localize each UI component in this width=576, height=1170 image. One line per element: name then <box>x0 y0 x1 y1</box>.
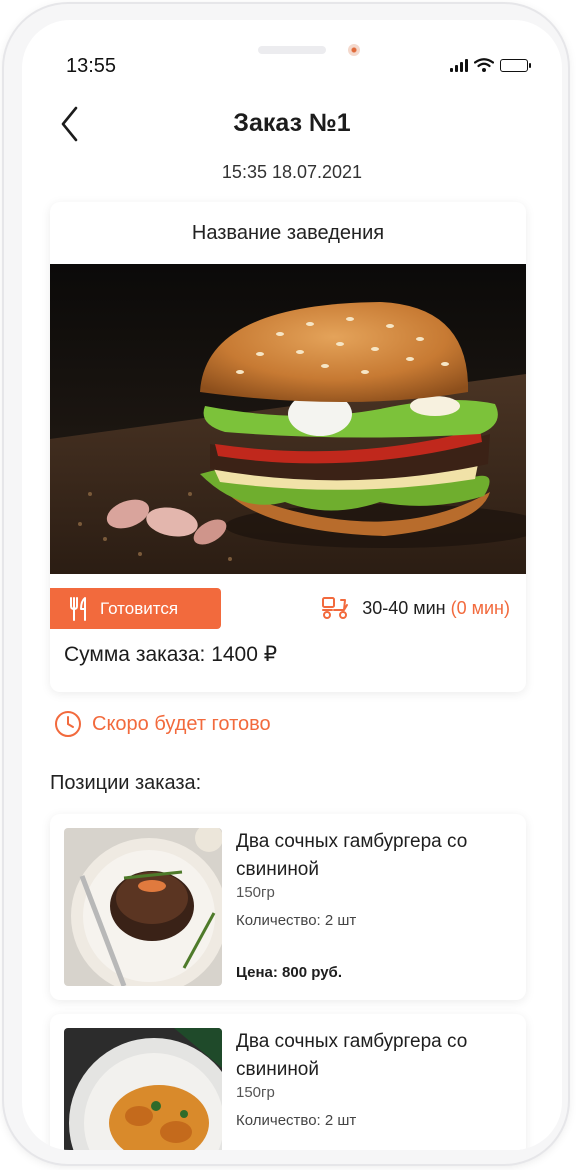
order-item[interactable]: Два сочных гамбургера со свининой 150гр … <box>50 1014 526 1150</box>
venue-card[interactable]: Название заведения Готовится 30-40 мин (… <box>50 202 526 692</box>
ready-soon-text: Скоро будет готово <box>92 712 271 735</box>
front-camera <box>348 44 360 56</box>
order-item[interactable]: Два сочных гамбургера со свининой 150гр … <box>50 814 526 1000</box>
item-weight: 150гр <box>236 1084 275 1101</box>
item-quantity: Количество: 2 шт <box>236 912 357 929</box>
speaker-grill <box>258 46 326 54</box>
app-screen: 13:55 Заказ №1 15:35 18.07.2021 Название… <box>22 20 562 1150</box>
signal-icon <box>450 58 468 72</box>
venue-name: Название заведения <box>191 222 385 244</box>
delivery-time: 30-40 мин (0 мин) <box>320 596 510 620</box>
positions-title: Позиции заказа: <box>50 772 202 794</box>
battery-icon <box>500 58 531 72</box>
delivery-time-value: 30-40 мин <box>362 597 446 618</box>
order-sum: Сумма заказа: 1400 ₽ <box>64 643 278 666</box>
status-badge-label: Готовится <box>100 598 179 618</box>
fork-knife-icon <box>70 596 86 621</box>
item-quantity: Количество: 2 шт <box>236 1112 357 1129</box>
burger-photo <box>50 264 526 574</box>
order-datetime: 15:35 18.07.2021 <box>221 162 363 182</box>
item-name: Два сочных гамбургера со свининой <box>236 831 468 880</box>
delivery-scooter-icon <box>322 597 349 619</box>
item-price: Цена: 800 руб. <box>236 964 342 981</box>
item-name: Два сочных гамбургера со свининой <box>236 1031 468 1080</box>
item-photo <box>64 1028 222 1150</box>
delivery-time-extra: (0 мин) <box>450 597 510 618</box>
page-title: Заказ №1 <box>233 109 351 137</box>
ready-soon-notice: Скоро будет готово <box>54 710 271 738</box>
status-badge: Готовится <box>50 588 221 629</box>
phone-frame: 13:55 Заказ №1 15:35 18.07.2021 Название… <box>4 4 568 1164</box>
wifi-icon <box>474 58 494 72</box>
clock-icon <box>55 711 81 737</box>
item-photo <box>64 828 222 986</box>
status-time: 13:55 <box>66 55 117 77</box>
item-weight: 150гр <box>236 884 275 901</box>
status-icons <box>450 58 531 72</box>
